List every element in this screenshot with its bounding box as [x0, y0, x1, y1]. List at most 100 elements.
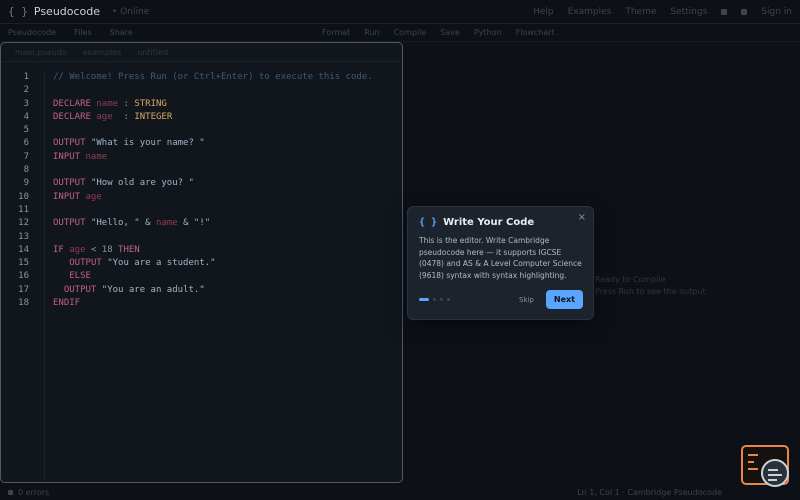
code-line[interactable]: 12 OUTPUT "Hello, " & name & "!" — [1, 217, 402, 230]
code-token: ELSE — [69, 271, 91, 282]
format-button[interactable]: Format — [322, 28, 350, 37]
terminal-lines — [748, 454, 758, 475]
tour-description: This is the editor. Write Cambridge pseu… — [419, 236, 582, 280]
tab-examples[interactable]: examples — [83, 48, 122, 57]
line-number: 4 — [23, 111, 29, 122]
code-token: : — [118, 98, 135, 109]
app-title: Pseudocode — [33, 5, 101, 18]
code-line[interactable]: 6 OUTPUT "What is your name? " — [1, 137, 402, 150]
code-token: : — [112, 111, 135, 122]
status-icon — [8, 489, 13, 495]
code-token: IF — [53, 244, 70, 255]
compile-button[interactable]: Compile — [394, 28, 427, 37]
nav-help[interactable]: Help — [533, 7, 554, 17]
line-number: 8 — [23, 165, 29, 176]
code-editor[interactable]: main.pseudo examples untitled 1 // Welcom… — [0, 42, 403, 483]
terminal-chat-icon[interactable] — [741, 445, 789, 487]
tour-header: { } Write Your Code — [419, 217, 582, 228]
code-line[interactable]: 3 DECLARE name : STRING — [1, 98, 402, 111]
code-token: "How old are you? " — [90, 178, 194, 189]
top-bar: { } Pseudocode • Online Help Examples Th… — [0, 0, 800, 24]
toolbar: Pseudocode Files Share Format Run Compil… — [0, 24, 800, 42]
flowchart-button[interactable]: Flowchart — [516, 28, 555, 37]
line-number: 2 — [23, 85, 29, 96]
line-number: 9 — [23, 178, 29, 189]
user-icon[interactable] — [741, 8, 748, 15]
tour-popup: × { } Write Your Code This is the editor… — [407, 206, 594, 320]
sign-in-link[interactable]: Sign in — [761, 7, 792, 17]
code-text: OUTPUT "Hello, " & name & "!" — [53, 217, 210, 230]
code-token: INTEGER — [134, 111, 173, 122]
save-button[interactable]: Save — [440, 28, 460, 37]
code-token: // Welcome! Press Run (or Ctrl+Enter) to… — [53, 72, 373, 82]
line-number: 7 — [23, 151, 29, 162]
code-token: "Hello, " & — [90, 218, 156, 229]
line-number: 18 — [18, 298, 29, 309]
toolbar-pseudocode[interactable]: Pseudocode — [8, 28, 56, 37]
run-button[interactable]: Run — [364, 28, 379, 37]
brand[interactable]: { } Pseudocode • Online — [8, 5, 149, 18]
code-token: "What is your name? " — [90, 138, 205, 149]
line-number: 11 — [18, 204, 29, 215]
code-text: ELSE — [53, 270, 91, 283]
code-token: THEN — [118, 244, 140, 255]
code-line[interactable]: 11 — [1, 204, 402, 217]
code-token: & "!" — [177, 218, 211, 229]
toolbar-files[interactable]: Files — [74, 28, 92, 37]
step-dot — [447, 298, 450, 301]
code-line[interactable]: 13 — [1, 231, 402, 244]
tab-untitled[interactable]: untitled — [137, 48, 168, 57]
code-token: OUTPUT — [53, 138, 91, 149]
step-dot — [440, 298, 443, 301]
code-line[interactable]: 4 DECLARE age : INTEGER — [1, 111, 402, 124]
nav-theme[interactable]: Theme — [625, 7, 656, 17]
code-line[interactable]: 7 INPUT name — [1, 151, 402, 164]
app-subtitle: • Online — [112, 6, 150, 17]
step-dot — [419, 298, 429, 301]
code-line[interactable]: 15 OUTPUT "You are a student." — [1, 257, 402, 270]
code-token: OUTPUT — [53, 178, 91, 189]
nav-settings[interactable]: Settings — [670, 7, 707, 17]
code-token: age — [85, 191, 102, 202]
code-line[interactable]: 5 — [1, 124, 402, 137]
code-line[interactable]: 2 — [1, 84, 402, 97]
skip-button[interactable]: Skip — [519, 296, 534, 304]
line-number: 10 — [18, 191, 29, 202]
code-line[interactable]: 14 IF age < 18 THEN — [1, 244, 402, 257]
code-area[interactable]: 1 // Welcome! Press Run (or Ctrl+Enter) t… — [1, 71, 402, 482]
code-line[interactable]: 16 ELSE — [1, 270, 402, 283]
code-token: "You are a student." — [107, 258, 216, 269]
code-token: DECLARE — [53, 111, 97, 122]
code-line[interactable]: 17 OUTPUT "You are an adult." — [1, 284, 402, 297]
line-number: 16 — [18, 271, 29, 282]
code-lines[interactable]: 1 // Welcome! Press Run (or Ctrl+Enter) t… — [1, 71, 402, 310]
code-token: INPUT — [53, 191, 86, 202]
line-number: 15 — [18, 258, 29, 269]
code-token: name — [85, 151, 108, 162]
code-token: STRING — [134, 98, 167, 109]
code-line[interactable]: 18 ENDIF — [1, 297, 402, 310]
step-indicator — [419, 298, 450, 301]
code-text: DECLARE name : STRING — [53, 98, 167, 111]
code-token: DECLARE — [53, 98, 97, 109]
code-braces-icon: { } — [419, 217, 438, 228]
tour-title: Write Your Code — [443, 217, 535, 228]
line-number: 12 — [18, 218, 29, 229]
square-icon[interactable] — [721, 8, 728, 15]
next-button[interactable]: Next — [545, 290, 583, 309]
code-line[interactable]: 9 OUTPUT "How old are you? " — [1, 177, 402, 190]
toolbar-share[interactable]: Share — [110, 28, 133, 37]
tab-main[interactable]: main.pseudo — [15, 48, 67, 57]
line-number: 14 — [18, 244, 29, 255]
code-line[interactable]: 8 — [1, 164, 402, 177]
nav-examples[interactable]: Examples — [568, 7, 612, 17]
close-icon[interactable]: × — [578, 212, 586, 223]
code-token: name — [155, 218, 178, 229]
code-token: OUTPUT — [53, 218, 91, 229]
code-token: INPUT — [53, 151, 86, 162]
code-token: age — [96, 111, 113, 122]
code-line[interactable]: 1 // Welcome! Press Run (or Ctrl+Enter) t… — [1, 71, 402, 84]
python-button[interactable]: Python — [474, 28, 502, 37]
code-text: DECLARE age : INTEGER — [53, 111, 172, 124]
code-line[interactable]: 10 INPUT age — [1, 191, 402, 204]
